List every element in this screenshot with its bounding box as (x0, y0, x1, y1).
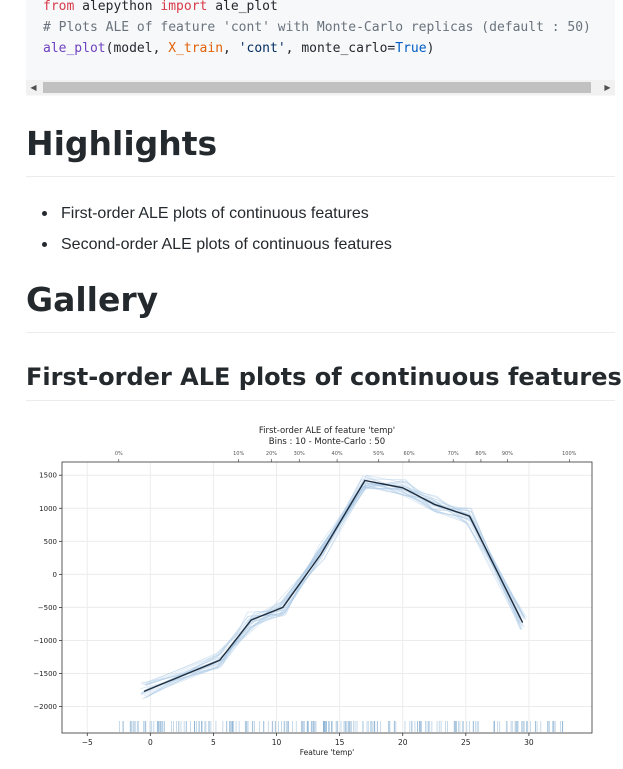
y-tick-label: −1500 (33, 670, 57, 678)
code-text: , monte_carlo= (286, 41, 396, 56)
code-keyword: import (160, 0, 207, 14)
list-item: First-order ALE plots of continuous feat… (26, 198, 392, 229)
highlights-heading: Highlights (26, 124, 217, 164)
monte-carlo-replica-line (144, 481, 520, 686)
top-quantile-label: 70% (448, 451, 459, 457)
monte-carlo-replica-line (141, 483, 519, 695)
code-keyword: from (43, 0, 74, 14)
top-quantile-label: 80% (475, 451, 486, 457)
list-item-text: Second-order ALE plots of continuous fea… (61, 236, 392, 253)
chart-subtitle: Bins : 10 - Monte-Carlo : 50 (269, 437, 385, 447)
ale-chart: First-order ALE of feature 'temp'Bins : … (26, 415, 606, 765)
code-line-2: # Plots ALE of feature 'cont' with Monte… (43, 18, 591, 38)
top-quantile-label: 60% (403, 451, 414, 457)
x-tick-label: 15 (335, 738, 345, 747)
code-text: alepython (74, 0, 160, 14)
top-quantile-label: 50% (373, 451, 384, 457)
scroll-left-icon[interactable]: ◀ (26, 80, 41, 95)
scroll-right-icon[interactable]: ▶ (600, 80, 615, 95)
monte-carlo-replica-line (145, 481, 524, 684)
heading-divider (26, 176, 615, 177)
x-tick-label: 10 (272, 738, 282, 747)
top-quantile-label: 100% (562, 451, 577, 457)
x-tick-label: 0 (148, 738, 153, 747)
chart-title: First-order ALE of feature 'temp' (259, 426, 395, 436)
y-tick-label: 500 (44, 538, 57, 546)
ale-plot-figure: First-order ALE of feature 'temp'Bins : … (26, 415, 606, 765)
y-tick-label: −2000 (33, 703, 57, 711)
code-text: , (223, 41, 239, 56)
code-comment: # Plots ALE of feature 'cont' with Monte… (43, 20, 591, 35)
y-tick-label: 1000 (39, 505, 57, 513)
top-quantile-label: 10% (233, 451, 244, 457)
list-item-text: First-order ALE plots of continuous feat… (61, 205, 369, 222)
x-tick-label: 20 (398, 738, 408, 747)
top-quantile-label: 30% (294, 451, 305, 457)
top-quantile-label: 40% (332, 451, 343, 457)
x-tick-label: 5 (211, 738, 216, 747)
y-tick-label: −500 (38, 604, 57, 612)
code-text: ale_plot (207, 0, 277, 14)
gallery-heading: Gallery (26, 280, 158, 320)
y-tick-label: −1000 (33, 637, 57, 645)
x-tick-label: 30 (524, 738, 534, 747)
code-text: (model, (106, 41, 169, 56)
top-quantile-label: 20% (266, 451, 277, 457)
code-string: 'cont' (239, 41, 286, 56)
heading-divider (26, 400, 615, 401)
list-item: Second-order ALE plots of continuous fea… (26, 229, 392, 260)
heading-divider (26, 332, 615, 333)
x-tick-label: 25 (461, 738, 471, 747)
section-heading: First-order ALE plots of continuous feat… (26, 362, 622, 392)
top-quantile-label: 90% (502, 451, 513, 457)
code-line-3: ale_plot(model, X_train, 'cont', monte_c… (43, 39, 434, 59)
y-tick-label: 1500 (39, 472, 57, 480)
code-function: ale_plot (43, 41, 106, 56)
code-variable: X_train (168, 41, 223, 56)
top-quantile-label: 0% (115, 451, 123, 457)
x-tick-label: −5 (82, 738, 93, 747)
scrollbar-thumb[interactable] (43, 82, 591, 93)
code-line-1: from alepython import ale_plot (43, 0, 278, 17)
highlights-list: First-order ALE plots of continuous feat… (26, 198, 392, 260)
horizontal-scrollbar[interactable]: ◀ ▶ (26, 80, 615, 95)
x-axis-label: Feature 'temp' (300, 748, 354, 757)
code-constant: True (395, 41, 426, 56)
y-tick-label: 0 (53, 571, 57, 579)
code-text: ) (427, 41, 435, 56)
